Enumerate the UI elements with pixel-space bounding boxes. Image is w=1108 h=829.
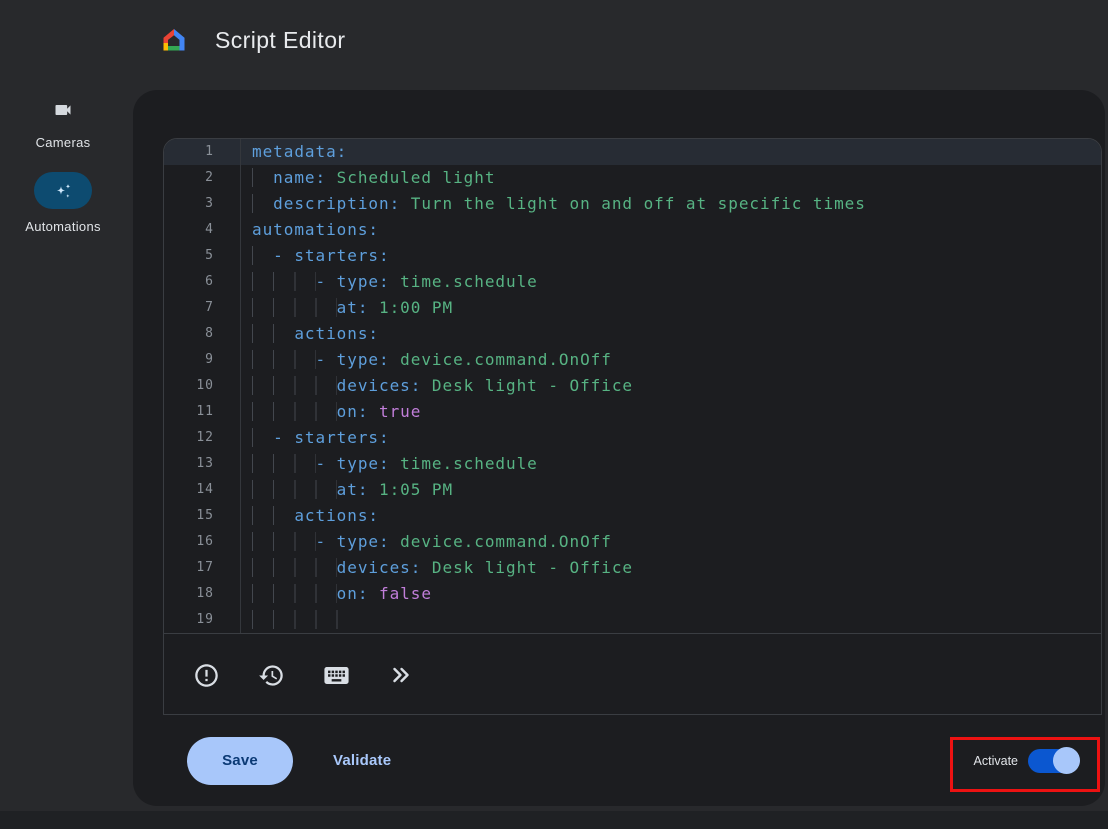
bottom-strip	[0, 811, 1108, 829]
editor-card: 1metadata:2 name: Scheduled light3 descr…	[133, 90, 1105, 806]
page-title: Script Editor	[215, 27, 345, 54]
code-line-19[interactable]: 19	[164, 607, 1101, 633]
error-outline-icon	[193, 662, 220, 689]
code-text: automations:	[241, 217, 1101, 243]
toggle-knob	[1053, 747, 1080, 774]
code-text: devices: Desk light - Office	[241, 373, 1101, 399]
sidebar: Cameras Automations	[0, 70, 126, 810]
line-number: 10	[164, 373, 241, 399]
line-number: 19	[164, 607, 241, 633]
code-text: actions:	[241, 503, 1101, 529]
code-line-17[interactable]: 17 devices: Desk light - Office	[164, 555, 1101, 581]
line-number: 18	[164, 581, 241, 607]
code-line-10[interactable]: 10 devices: Desk light - Office	[164, 373, 1101, 399]
sparkle-icon	[51, 179, 75, 203]
activate-toggle[interactable]	[1028, 749, 1078, 773]
code-text: on: true	[241, 399, 1101, 425]
code-text: - starters:	[241, 425, 1101, 451]
code-line-2[interactable]: 2 name: Scheduled light	[164, 165, 1101, 191]
code-text: metadata:	[241, 139, 1101, 165]
code-text: at: 1:05 PM	[241, 477, 1101, 503]
header: Script Editor	[0, 0, 1108, 70]
code-line-6[interactable]: 6 - type: time.schedule	[164, 269, 1101, 295]
code-line-3[interactable]: 3 description: Turn the light on and off…	[164, 191, 1101, 217]
line-number: 9	[164, 347, 241, 373]
code-lines: 1metadata:2 name: Scheduled light3 descr…	[164, 139, 1101, 633]
script-editor-screen: Script Editor Cameras Automations 1metad…	[0, 0, 1108, 829]
code-text: devices: Desk light - Office	[241, 555, 1101, 581]
code-text: at: 1:00 PM	[241, 295, 1101, 321]
line-number: 12	[164, 425, 241, 451]
code-line-14[interactable]: 14 at: 1:05 PM	[164, 477, 1101, 503]
code-text: - type: time.schedule	[241, 451, 1101, 477]
save-button[interactable]: Save	[187, 737, 293, 785]
problems-button[interactable]	[187, 656, 225, 694]
sidebar-item-label: Automations	[0, 219, 126, 234]
line-number: 1	[164, 139, 241, 165]
sidebar-item-label: Cameras	[0, 135, 126, 150]
history-icon	[258, 662, 285, 689]
line-number: 8	[164, 321, 241, 347]
active-nav-pill	[34, 172, 92, 209]
double-chevron-right-icon	[388, 662, 414, 688]
code-text: actions:	[241, 321, 1101, 347]
line-number: 11	[164, 399, 241, 425]
line-number: 7	[164, 295, 241, 321]
code-text	[241, 607, 1101, 633]
line-number: 4	[164, 217, 241, 243]
line-number: 3	[164, 191, 241, 217]
code-text: - type: device.command.OnOff	[241, 347, 1101, 373]
line-number: 2	[164, 165, 241, 191]
code-text: - starters:	[241, 243, 1101, 269]
code-line-11[interactable]: 11 on: true	[164, 399, 1101, 425]
line-number: 5	[164, 243, 241, 269]
history-button[interactable]	[252, 656, 290, 694]
code-line-15[interactable]: 15 actions:	[164, 503, 1101, 529]
code-text: - type: time.schedule	[241, 269, 1101, 295]
code-text: - type: device.command.OnOff	[241, 529, 1101, 555]
sidebar-item-cameras[interactable]: Cameras	[0, 70, 126, 150]
line-number: 17	[164, 555, 241, 581]
sidebar-item-automations[interactable]: Automations	[0, 172, 126, 234]
activate-control: Activate	[974, 749, 1078, 773]
more-tools-button[interactable]	[382, 656, 420, 694]
code-line-16[interactable]: 16 - type: device.command.OnOff	[164, 529, 1101, 555]
action-bar: Save Validate Activate	[133, 715, 1105, 806]
code-line-5[interactable]: 5 - starters:	[164, 243, 1101, 269]
line-number: 16	[164, 529, 241, 555]
code-text: description: Turn the light on and off a…	[241, 191, 1101, 217]
editor-toolbar	[164, 633, 1101, 715]
code-line-1[interactable]: 1metadata:	[164, 139, 1101, 165]
code-line-4[interactable]: 4automations:	[164, 217, 1101, 243]
code-text: on: false	[241, 581, 1101, 607]
keyboard-icon	[322, 661, 351, 690]
line-number: 6	[164, 269, 241, 295]
code-line-12[interactable]: 12 - starters:	[164, 425, 1101, 451]
line-number: 13	[164, 451, 241, 477]
code-line-8[interactable]: 8 actions:	[164, 321, 1101, 347]
code-line-7[interactable]: 7 at: 1:00 PM	[164, 295, 1101, 321]
code-line-18[interactable]: 18 on: false	[164, 581, 1101, 607]
videocam-icon	[53, 100, 73, 120]
line-number: 14	[164, 477, 241, 503]
validate-button[interactable]: Validate	[319, 742, 405, 779]
code-line-9[interactable]: 9 - type: device.command.OnOff	[164, 347, 1101, 373]
code-editor-panel[interactable]: 1metadata:2 name: Scheduled light3 descr…	[163, 138, 1102, 715]
code-text: name: Scheduled light	[241, 165, 1101, 191]
line-number: 15	[164, 503, 241, 529]
code-line-13[interactable]: 13 - type: time.schedule	[164, 451, 1101, 477]
activate-label: Activate	[974, 754, 1018, 768]
google-home-logo-icon	[160, 26, 188, 54]
keyboard-button[interactable]	[317, 656, 355, 694]
